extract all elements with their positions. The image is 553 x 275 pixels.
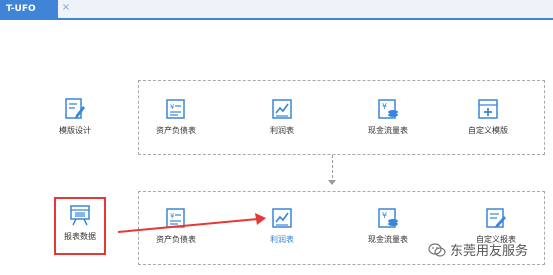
income-chart-icon xyxy=(272,208,292,228)
svg-text:¥: ¥ xyxy=(170,103,175,111)
svg-text:¥: ¥ xyxy=(170,212,175,220)
tile-label: 资产负债表 xyxy=(156,126,196,135)
custom-report-icon xyxy=(486,208,506,228)
balance-sheet-icon: ¥ xyxy=(166,99,185,119)
tile-income-statement-bottom[interactable]: 利润表 xyxy=(252,206,312,258)
tile-label: 自定义模版 xyxy=(468,126,508,135)
tile-label: 利润表 xyxy=(270,235,294,244)
balance-sheet-icon: ¥ xyxy=(166,208,185,228)
tile-label: 利润表 xyxy=(270,126,294,135)
watermark-text: 东莞用友服务 xyxy=(450,244,529,259)
svg-text:¥: ¥ xyxy=(382,102,387,111)
wechat-icon xyxy=(428,242,446,257)
tile-label: 资产负债表 xyxy=(156,235,196,244)
tile-custom-template[interactable]: 自定义模版 xyxy=(458,97,518,149)
tile-balance-sheet-bottom[interactable]: ¥ 资产负债表 xyxy=(146,206,206,258)
custom-template-icon xyxy=(478,99,498,119)
cash-flow-icon: ¥ xyxy=(378,99,398,119)
report-data-icon xyxy=(70,205,90,226)
svg-text:¥: ¥ xyxy=(382,211,387,220)
workspace: 模版设计 ¥ 资产负债表 利润表 ¥ 现金流量表 自定义模版 报表数据 ¥ 资产… xyxy=(0,0,553,275)
tile-balance-sheet-top[interactable]: ¥ 资产负债表 xyxy=(146,97,206,149)
tile-label: 模版设计 xyxy=(59,126,91,135)
tile-cash-flow-top[interactable]: ¥ 现金流量表 xyxy=(358,97,418,149)
tile-report-data[interactable]: 报表数据 xyxy=(50,203,110,255)
tile-template-design[interactable]: 模版设计 xyxy=(45,97,105,149)
connector-arrow-icon xyxy=(328,180,336,185)
income-chart-icon xyxy=(272,99,292,119)
watermark: 东莞用友服务 xyxy=(428,240,528,259)
tile-label: 报表数据 xyxy=(64,232,96,241)
template-design-icon xyxy=(65,98,85,119)
tile-label: 现金流量表 xyxy=(368,126,408,135)
tile-cash-flow-bottom[interactable]: ¥ 现金流量表 xyxy=(358,206,418,258)
cash-flow-icon: ¥ xyxy=(378,208,398,228)
tile-label: 现金流量表 xyxy=(368,235,408,244)
group-connector xyxy=(332,155,334,183)
tile-income-statement-top[interactable]: 利润表 xyxy=(252,97,312,149)
